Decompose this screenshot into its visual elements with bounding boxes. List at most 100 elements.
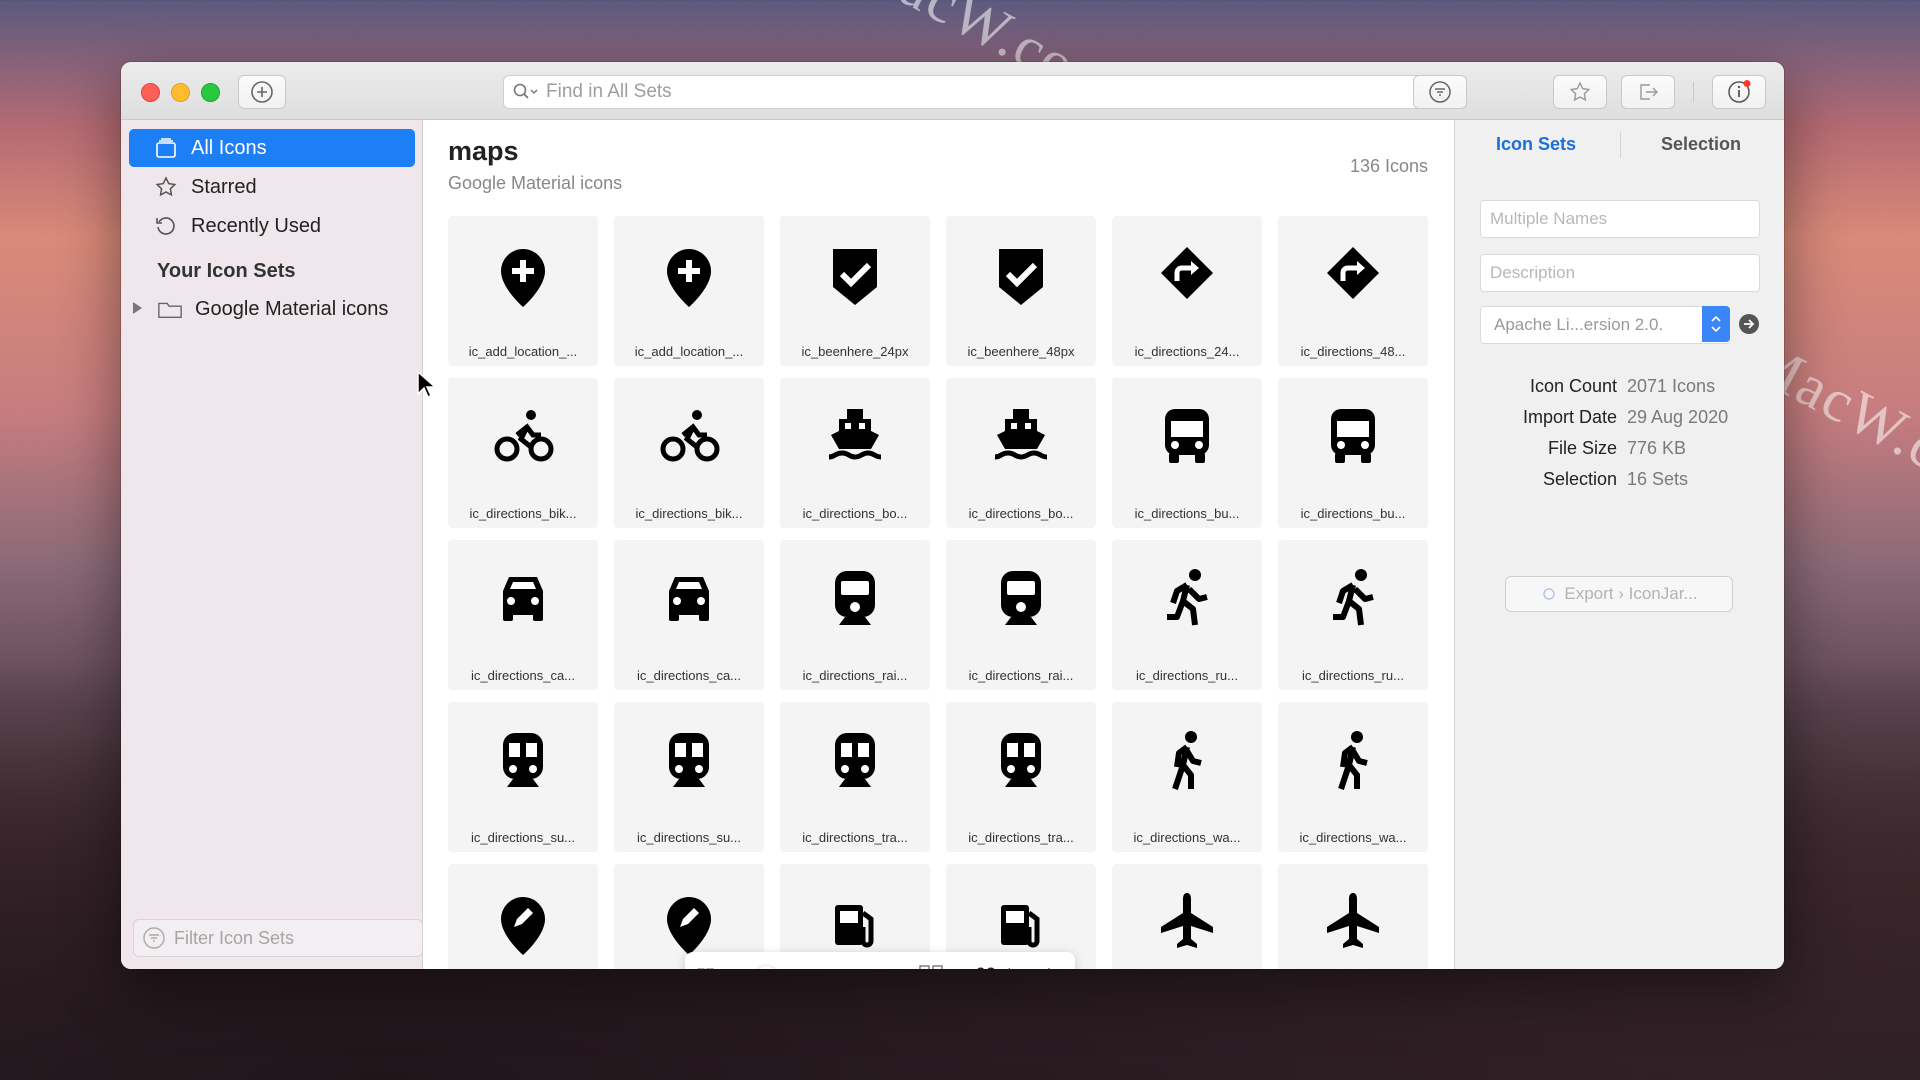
close-window-button[interactable] bbox=[141, 83, 160, 102]
icon-tile[interactable]: ic_add_location_... bbox=[448, 216, 598, 366]
zoom-slider-knob[interactable] bbox=[755, 966, 778, 969]
arrow-circle-icon[interactable] bbox=[1737, 312, 1761, 336]
rail-icon bbox=[946, 554, 1096, 644]
stepper-icon[interactable] bbox=[1041, 965, 1057, 969]
icon-tile[interactable]: ic_directions_48... bbox=[1278, 216, 1428, 366]
icon-tile[interactable]: ic_directions_rai... bbox=[946, 540, 1096, 690]
icon-name: ic_directions_bu... bbox=[1134, 506, 1240, 521]
directions-icon bbox=[1112, 230, 1262, 320]
stat-value: 29 Aug 2020 bbox=[1627, 407, 1729, 427]
icon-tile[interactable]: ic_directions_tra... bbox=[780, 702, 930, 852]
icon-tile[interactable] bbox=[1112, 864, 1262, 969]
icon-name: ic_directions_tra... bbox=[802, 830, 908, 845]
description-placeholder: Description bbox=[1490, 263, 1576, 282]
bus-icon bbox=[1112, 392, 1262, 482]
select-stepper[interactable] bbox=[1702, 306, 1730, 342]
stat-label: Icon Count bbox=[1529, 376, 1617, 396]
search-placeholder: Find in All Sets bbox=[546, 81, 672, 102]
toolbar-divider bbox=[1693, 82, 1694, 102]
icon-tile[interactable]: ic_directions_rai... bbox=[780, 540, 930, 690]
icon-tile[interactable]: ic_directions_su... bbox=[448, 702, 598, 852]
zoom-value: 60pt bbox=[975, 965, 1012, 969]
icon-tile[interactable]: ic_directions_ru... bbox=[1278, 540, 1428, 690]
subway-icon bbox=[946, 716, 1096, 806]
bike-icon bbox=[614, 392, 764, 482]
icon-tile[interactable]: ic_directions_bik... bbox=[448, 378, 598, 528]
icon-tile[interactable]: ic_directions_su... bbox=[614, 702, 764, 852]
icon-tile[interactable]: ic_directions_wa... bbox=[1278, 702, 1428, 852]
icon-tile[interactable]: ic_directions_bik... bbox=[614, 378, 764, 528]
icon-tile[interactable]: ic_directions_bu... bbox=[1112, 378, 1262, 528]
star-icon bbox=[153, 175, 179, 199]
sidebar-section-heading: Your Icon Sets bbox=[157, 260, 296, 282]
pin-plus-icon bbox=[448, 230, 598, 320]
icon-name: ic_directions_su... bbox=[470, 830, 576, 845]
icon-name: ic_directions_tra... bbox=[968, 830, 1074, 845]
icon-name: ic_directions_ca... bbox=[636, 668, 742, 683]
icon-name: ic_directions_su... bbox=[636, 830, 742, 845]
flight-icon bbox=[1112, 878, 1262, 968]
sidebar-item-starred[interactable]: Starred bbox=[129, 168, 415, 206]
icon-tile[interactable]: ic_beenhere_24px bbox=[780, 216, 930, 366]
tab-selection[interactable]: Selection bbox=[1661, 134, 1741, 155]
icon-tile[interactable]: ic_add_location_... bbox=[614, 216, 764, 366]
icon-name: ic_beenhere_48px bbox=[967, 344, 1075, 359]
info-button[interactable] bbox=[1712, 75, 1766, 109]
icon-tile[interactable]: ic_directions_tra... bbox=[946, 702, 1096, 852]
add-button[interactable] bbox=[238, 75, 286, 109]
icon-tile[interactable] bbox=[448, 864, 598, 969]
icon-name: ic_directions_bo... bbox=[802, 506, 908, 521]
icon-browser: maps Google Material icons 136 Icons ic_… bbox=[423, 120, 1453, 969]
car-icon bbox=[448, 554, 598, 644]
license-select[interactable]: Apache Li...ersion 2.0. bbox=[1480, 306, 1730, 344]
filter-button[interactable] bbox=[1413, 75, 1467, 109]
icon-tile[interactable] bbox=[1278, 864, 1428, 969]
icon-tile[interactable]: ic_beenhere_48px bbox=[946, 216, 1096, 366]
directions-icon bbox=[1278, 230, 1428, 320]
export-button[interactable]: Export › IconJar... bbox=[1505, 576, 1733, 612]
small-grid-icon bbox=[697, 968, 714, 969]
icon-tile[interactable]: ic_directions_ca... bbox=[614, 540, 764, 690]
names-field[interactable]: Multiple Names bbox=[1480, 200, 1760, 238]
description-field[interactable]: Description bbox=[1480, 254, 1760, 292]
mouse-cursor-icon bbox=[417, 370, 437, 399]
bus-icon bbox=[1278, 392, 1428, 482]
filter-icon-sets-input[interactable]: Filter Icon Sets bbox=[133, 919, 423, 957]
sidebar-item-google-material-icons[interactable]: Google Material icons bbox=[129, 290, 415, 328]
maximize-window-button[interactable] bbox=[201, 83, 220, 102]
minimize-window-button[interactable] bbox=[171, 83, 190, 102]
search-input[interactable]: Find in All Sets bbox=[503, 75, 1425, 109]
license-value: Apache Li...ersion 2.0. bbox=[1494, 315, 1664, 334]
share-button[interactable] bbox=[1621, 75, 1675, 109]
export-label: Export › IconJar... bbox=[1564, 584, 1698, 603]
icon-tile[interactable]: ic_directions_bu... bbox=[1278, 378, 1428, 528]
zoom-control: 60pt bbox=[685, 952, 1075, 969]
icon-grid: ic_add_location_... ic_add_location_... ic… bbox=[448, 216, 1428, 969]
icon-name: ic_directions_48... bbox=[1300, 344, 1406, 359]
info-icon bbox=[1728, 80, 1751, 103]
disclosure-triangle-icon[interactable] bbox=[133, 302, 142, 314]
export-icon bbox=[1543, 588, 1556, 600]
bike-icon bbox=[448, 392, 598, 482]
icon-tile[interactable]: ic_directions_ca... bbox=[448, 540, 598, 690]
names-placeholder: Multiple Names bbox=[1490, 209, 1608, 228]
tab-icon-sets[interactable]: Icon Sets bbox=[1496, 134, 1576, 155]
star-toolbar-button[interactable] bbox=[1553, 75, 1607, 109]
icon-tile[interactable]: ic_directions_bo... bbox=[946, 378, 1096, 528]
icon-name: ic_directions_rai... bbox=[968, 668, 1074, 683]
filter-icon bbox=[143, 927, 165, 949]
subway-icon bbox=[780, 716, 930, 806]
icon-name: ic_add_location_... bbox=[468, 344, 578, 359]
tab-divider bbox=[1620, 132, 1621, 158]
sidebar-item-recently-used[interactable]: Recently Used bbox=[129, 207, 415, 245]
stat-value: 16 Sets bbox=[1627, 469, 1689, 489]
icon-tile[interactable]: ic_directions_bo... bbox=[780, 378, 930, 528]
sidebar-item-all-icons[interactable]: All Icons bbox=[129, 129, 415, 167]
set-title: maps bbox=[448, 136, 519, 166]
icon-tile[interactable]: ic_directions_24... bbox=[1112, 216, 1262, 366]
icon-tile[interactable]: ic_directions_wa... bbox=[1112, 702, 1262, 852]
icon-name: ic_add_location_... bbox=[634, 344, 744, 359]
icon-tile[interactable]: ic_directions_ru... bbox=[1112, 540, 1262, 690]
titlebar: Find in All Sets bbox=[121, 62, 1784, 120]
icon-name: ic_directions_rai... bbox=[802, 668, 908, 683]
